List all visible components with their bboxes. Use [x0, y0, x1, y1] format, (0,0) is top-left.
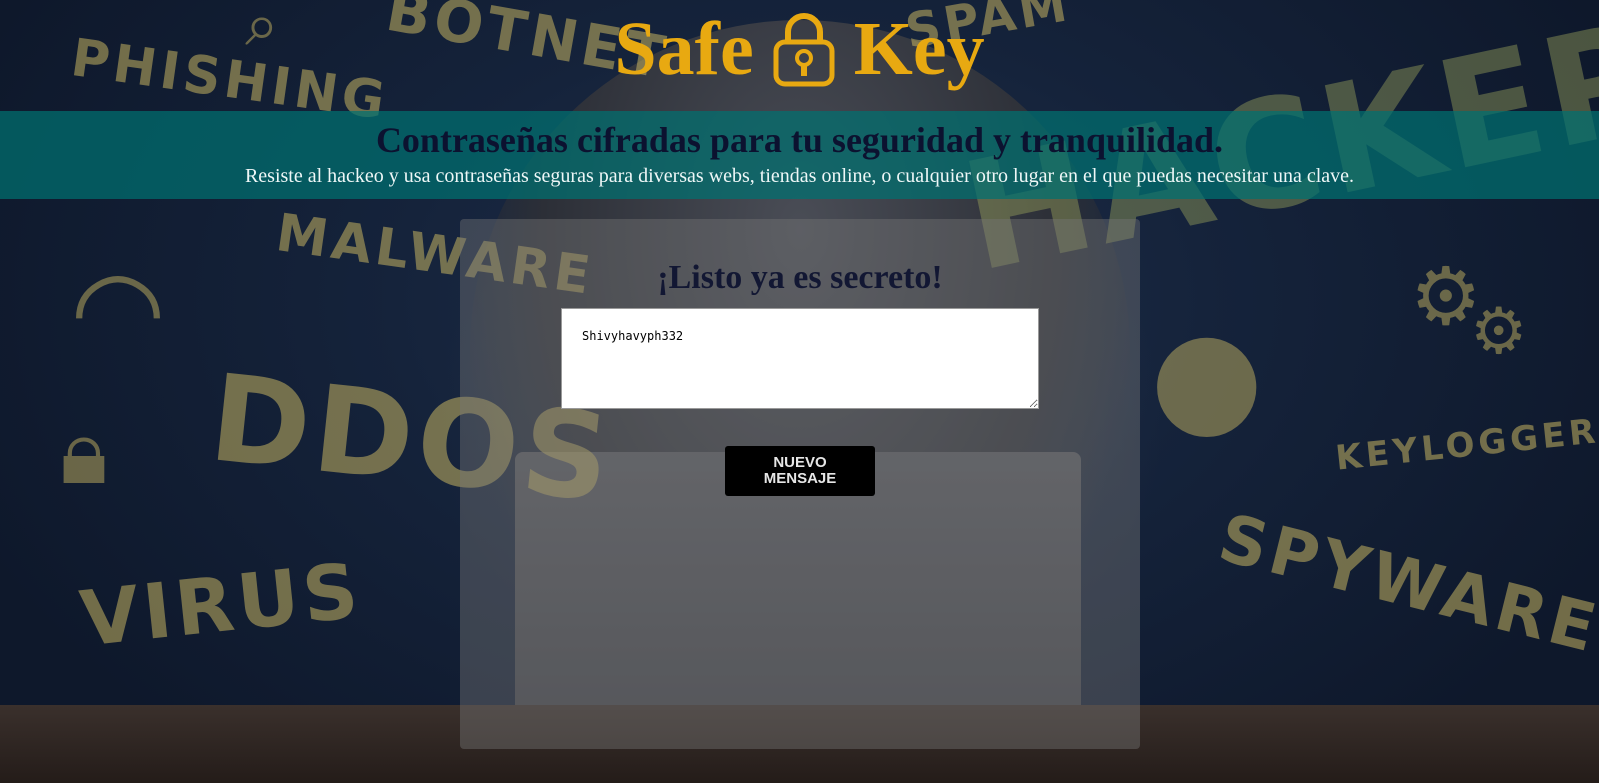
result-panel: ¡Listo ya es secreto! NUEVO MENSAJE	[460, 219, 1140, 749]
site-logo: Safe Key	[0, 10, 1599, 88]
new-message-button[interactable]: NUEVO MENSAJE	[725, 446, 875, 496]
bg-word-keylogger: KEYLOGGER	[1333, 411, 1599, 479]
hero-banner: Contraseñas cifradas para tu seguridad y…	[0, 111, 1599, 199]
bg-word-virus: VIRUS	[76, 545, 366, 664]
brand-word-key: Key	[853, 7, 985, 91]
bg-word-spyware: SPYWARE	[1211, 499, 1599, 668]
banner-subtitle: Resiste al hackeo y usa contraseñas segu…	[244, 164, 1355, 187]
wifi-icon: ◠	[70, 245, 166, 373]
encrypted-message-textarea[interactable]	[561, 308, 1039, 409]
padlock-icon	[773, 13, 835, 87]
padlock-bg-icon: 🔒︎	[60, 400, 108, 505]
gear-small-icon: ⚙	[1470, 295, 1528, 369]
brand-word-safe: Safe	[614, 7, 754, 91]
result-title: ¡Listo ya es secreto!	[657, 259, 943, 296]
banner-headline: Contraseñas cifradas para tu seguridad y…	[375, 120, 1224, 160]
bomb-icon: ●	[1150, 300, 1264, 452]
